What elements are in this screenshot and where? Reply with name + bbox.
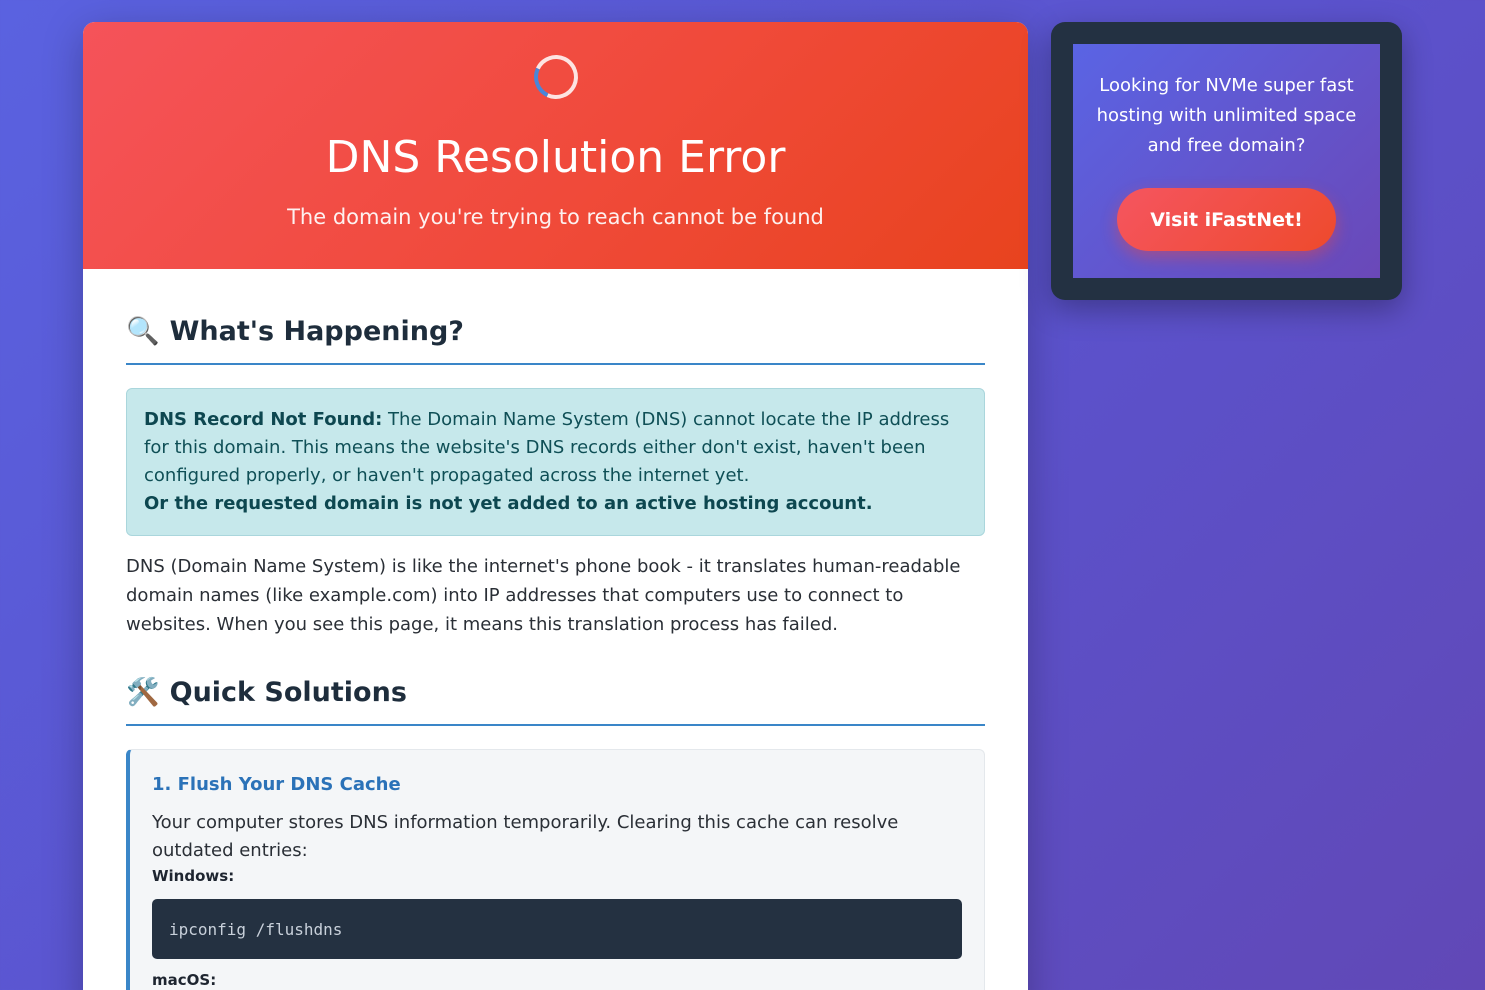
dns-info-alert: DNS Record Not Found: The Domain Name Sy…: [126, 388, 985, 536]
page-subtitle: The domain you're trying to reach cannot…: [287, 205, 824, 229]
tools-icon: 🛠️: [126, 677, 160, 708]
section-heading-label: Quick Solutions: [169, 677, 407, 708]
error-hero: DNS Resolution Error The domain you're t…: [83, 22, 1028, 269]
section-heading-label: What's Happening?: [169, 316, 464, 347]
dns-explanation: DNS (Domain Name System) is like the int…: [126, 556, 961, 635]
visit-ifastnet-button[interactable]: Visit iFastNet!: [1117, 188, 1336, 251]
alert-strong-label: DNS Record Not Found:: [144, 409, 383, 430]
section-heading-quick-solutions: 🛠️ Quick Solutions: [126, 677, 985, 726]
solution-card-flush-dns: 1. Flush Your DNS Cache Your computer st…: [126, 749, 985, 990]
page-title: DNS Resolution Error: [325, 132, 786, 183]
section-heading-whats-happening: 🔍 What's Happening?: [126, 316, 985, 365]
solution-description: Your computer stores DNS information tem…: [152, 812, 899, 861]
os-label-macos: macOS:: [152, 971, 217, 989]
code-command[interactable]: ipconfig /flushdns: [169, 920, 342, 939]
code-block-windows[interactable]: ipconfig /flushdns: [152, 899, 962, 959]
magnifier-icon: 🔍: [126, 316, 160, 347]
alert-bold-line: Or the requested domain is not yet added…: [144, 493, 873, 514]
main-card: DNS Resolution Error The domain you're t…: [83, 22, 1028, 990]
ad-text: Looking for NVMe super fast hosting with…: [1096, 75, 1357, 156]
hosting-ad: Looking for NVMe super fast hosting with…: [1051, 22, 1402, 300]
loading-spinner-icon: [527, 48, 585, 106]
os-label-windows: Windows:: [152, 867, 235, 885]
solution-title: 1. Flush Your DNS Cache: [152, 774, 401, 795]
content-area: 🔍 What's Happening? DNS Record Not Found…: [83, 269, 1028, 990]
hosting-ad-inner: Looking for NVMe super fast hosting with…: [1073, 44, 1380, 278]
